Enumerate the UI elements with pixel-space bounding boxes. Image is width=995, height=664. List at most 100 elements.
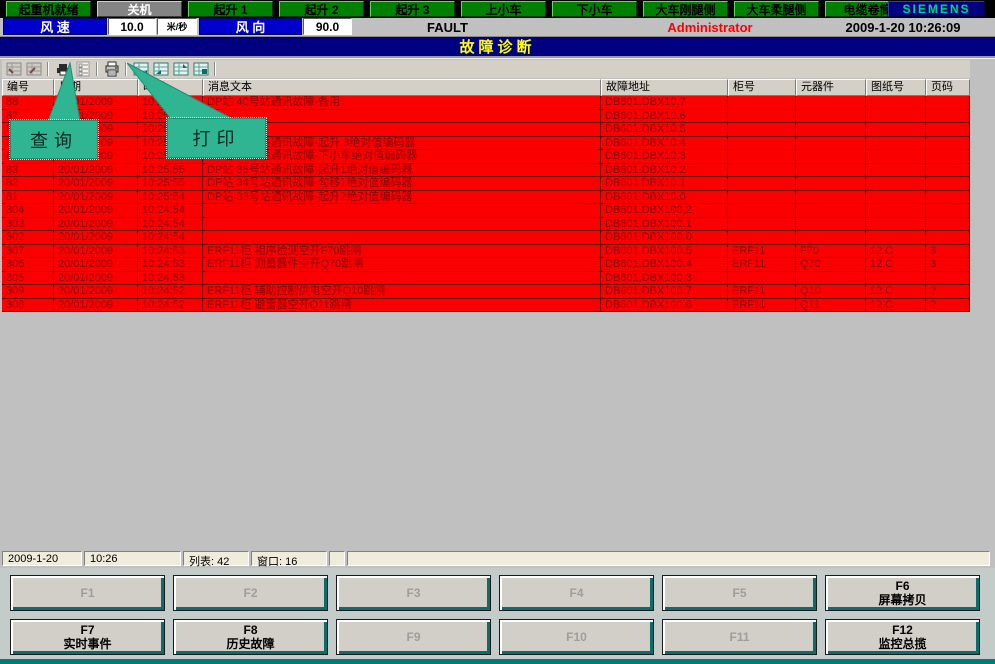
alarm-cell: DB601.DBX100.2 [601,204,728,218]
top-nav-button-2[interactable]: 关机 [97,1,182,17]
alarm-cell: DB601.DBX10.6 [601,110,728,124]
alarm-cell: DP站 35号站通讯故障-起升1绝对值编码器 [203,164,601,178]
alarm-cell: DB601.DBX100.0 [601,231,728,245]
alarm-statusbar: 2009-1-20 10:26 列表: 42 窗口: 16 [0,550,992,567]
alarm-cell [796,164,866,178]
alarm-row[interactable]: 30620/01/200910:24:53ERF11柜 测量器件空开Q70跳闸D… [2,258,970,272]
alarm-cell [728,123,796,137]
alarm-cell: 3 [926,245,970,259]
alarm-cell: DP站 33号站通讯故障-起升2绝对值编码器 [203,191,601,205]
alarm-cell [728,218,796,232]
alarm-cell: DB601.DBX100.4 [601,258,728,272]
alarm-cell: 305 [2,272,54,286]
fkey-f11-button: F11 [662,619,817,655]
fkey-label: F12 [892,623,913,637]
alarm-cell [866,137,926,151]
alarm-cell: 303 [2,218,54,232]
top-nav-button-4[interactable]: 起升 2 [279,1,364,17]
alarm-cell [796,272,866,286]
alarm-cell [796,150,866,164]
alarm-row[interactable]: 30820/01/200910:24:52ERF11柜 避雷器空开Q11跳闸DB… [2,299,970,313]
fkey-f12-button[interactable]: F12监控总揽 [825,619,980,655]
fkey-f1-button: F1 [10,575,165,611]
fkey-f9-button: F9 [336,619,491,655]
alarm-cell [796,137,866,151]
alarm-cell: DB601.DBX10.2 [601,164,728,178]
alarm-cell: 82 [2,177,54,191]
top-nav-button-6[interactable]: 上小车 [461,1,546,17]
alarm-cell [796,177,866,191]
stat-list-icon[interactable] [192,61,209,77]
wind-direction-label: 风 向 [199,18,302,35]
lock-list-icon[interactable] [132,61,149,77]
print-icon[interactable] [103,61,120,77]
alarm-cell [926,137,970,151]
fkey-f5-button: F5 [662,575,817,611]
alarm-cell: 20/01/2009 [54,96,138,110]
alarm-row[interactable]: 8820/01/200910:25:58DP站 40号站通讯故障-备用DB601… [2,96,970,110]
selection-dialog-icon[interactable] [74,61,91,77]
alarm-cell [866,123,926,137]
column-header: 时间 [138,79,203,96]
alarm-cell: ERF11 [728,299,796,313]
alarm-row[interactable]: 8720/01/200910:25:57DB601.DBX10.6 [2,110,970,124]
alarm-cell [926,150,970,164]
alarm-cell: 88 [2,96,54,110]
alarm-cell: 81 [2,191,54,205]
wind-speed-value: 10.0 [108,18,156,35]
top-nav-button-1[interactable]: 起重机就绪 [6,1,91,17]
fkey-label: F8 [243,623,257,637]
siemens-logo: SIEMENS [888,1,985,17]
top-nav-button-8[interactable]: 大车刚腿侧 [643,1,728,17]
alarm-cell [728,164,796,178]
fkey-f8-button[interactable]: F8历史故障 [173,619,328,655]
alarm-row[interactable]: 8520/01/200910:25:56DP站 37号站通讯故障-起升 3绝对值… [2,137,970,151]
alarm-cell: DP站 40号站通讯故障-备用 [203,96,601,110]
alarm-row[interactable]: 30420/01/200910:24:54DB601.DBX100.2 [2,204,970,218]
alarm-cell: ERF11柜 避雷器空开Q11跳闸 [203,299,601,313]
top-nav-button-9[interactable]: 大车柔腿侧 [734,1,819,17]
wind-direction-value: 90.0 [303,18,352,35]
alarm-cell: 20/01/2009 [54,258,138,272]
top-nav-button-3[interactable]: 起升 1 [188,1,273,17]
alarm-cell [203,204,601,218]
alarm-row[interactable]: 8620/01/200910:25:57DB601.DBX10.5 [2,123,970,137]
alarm-cell: 20/01/2009 [54,191,138,205]
alarm-row[interactable]: 8320/01/200910:25:55DP站 35号站通讯故障-起升1绝对值编… [2,164,970,178]
alarm-cell: ERF11 [728,245,796,259]
toolbar-separator [214,62,216,76]
alarm-row[interactable]: 30520/01/200910:24:53DB601.DBX100.3 [2,272,970,286]
wind-speed-label: 风 速 [3,18,107,35]
alarm-row[interactable]: 8120/01/200910:25:54DP站 33号站通讯故障-起升2绝对值编… [2,191,970,205]
ack-list-icon[interactable] [152,61,169,77]
column-header: 柜号 [728,79,796,96]
message-list-icon[interactable] [5,61,22,77]
alarm-row[interactable]: 30920/01/200910:24:52ERF11柜 辅助控制供电空开Q10跳… [2,285,970,299]
alarm-row[interactable]: 8220/01/200910:25:55DP站 34号站通讯故障-勾移1绝对值编… [2,177,970,191]
top-nav-button-5[interactable]: 起升 3 [370,1,455,17]
alarm-cell [866,150,926,164]
statusbar-empty-cell [329,551,345,566]
logged-in-user: Administrator [640,20,780,35]
alarm-row[interactable]: 30220/01/200910:24:54DB601.DBX100.0 [2,231,970,245]
alarm-cell: DB601.DBX100.3 [601,272,728,286]
alarm-cell [728,96,796,110]
alarm-cell: 10:25:54 [138,191,203,205]
alarm-row[interactable]: 8420/01/200910:25:56DP站 36号站通讯故障-下小车绝对值编… [2,150,970,164]
top-nav-button-7[interactable]: 下小车 [552,1,637,17]
alarm-cell [866,164,926,178]
alarm-row[interactable]: 30320/01/200910:24:54DB601.DBX100.1 [2,218,970,232]
alarm-cell: 83 [2,164,54,178]
fkey-f7-button[interactable]: F7实时事件 [10,619,165,655]
alarm-control: 编号日期时间消息文本故障地址柜号元器件图纸号页码 8820/01/200910:… [0,58,995,566]
siemens-logo-text: SIEMENS [902,2,970,16]
hide-list-icon[interactable] [172,61,189,77]
alarm-row[interactable]: 30720/01/200910:24:53ERF11柜 相序检测空开F70跳闸D… [2,245,970,259]
fkey-sublabel: 监控总揽 [878,637,926,651]
alarm-cell: 20/01/2009 [54,272,138,286]
alarm-cell [926,110,970,124]
fkey-f4-button: F4 [499,575,654,611]
fkey-f6-button[interactable]: F6屏幕拷贝 [825,575,980,611]
archive-list-icon[interactable] [25,61,42,77]
query-icon[interactable] [54,61,71,77]
